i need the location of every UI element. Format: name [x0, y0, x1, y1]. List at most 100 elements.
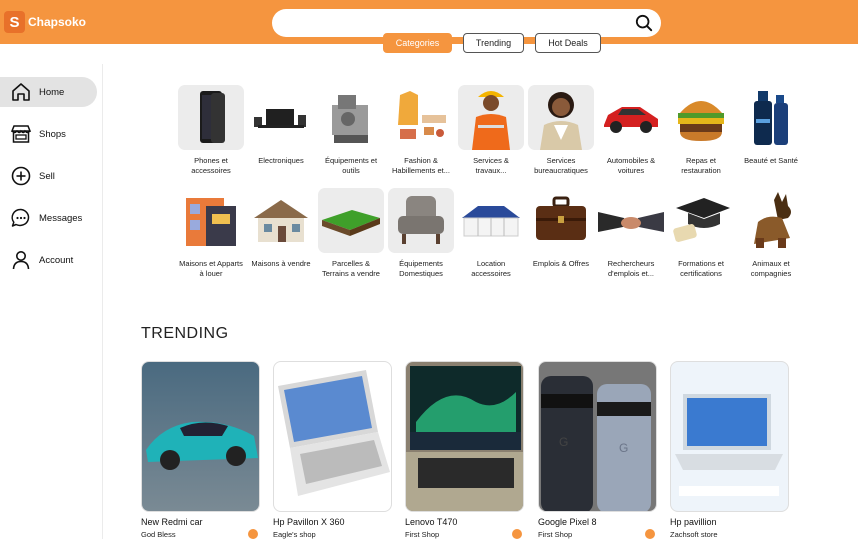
smartphone-icon: [200, 91, 225, 143]
category-bureaucratic[interactable]: Services bureaucratiques: [528, 85, 594, 176]
worker-icon: [472, 91, 510, 150]
product-shop: God Bless: [141, 530, 176, 539]
tab-categories[interactable]: Categories: [383, 33, 452, 53]
category-image: [388, 188, 454, 253]
product-shop: First Shop: [538, 530, 573, 539]
product-card[interactable]: G G Google Pixel 8 First Shop: [538, 361, 657, 539]
category-houses[interactable]: Maisons à vendre: [248, 188, 314, 269]
product-image: [141, 361, 260, 512]
category-label: Équipements et outils: [324, 156, 378, 175]
category-label: Beauté et Santé: [744, 156, 798, 165]
category-label: Formations et certifications: [678, 259, 724, 278]
category-training[interactable]: Formations et certifications: [668, 188, 734, 279]
tab-hot-deals[interactable]: Hot Deals: [535, 33, 601, 53]
category-image: [178, 188, 244, 253]
category-animals[interactable]: Animaux et compagnies: [738, 188, 804, 279]
sidebar-item-label: Messages: [39, 212, 83, 224]
product-card[interactable]: Lenovo T470 First Shop: [405, 361, 524, 539]
clothes-icon: [398, 91, 446, 139]
category-image: [668, 188, 734, 253]
logo-mark-icon: S: [4, 11, 25, 33]
category-label: Rechercheurs d'emplois et...: [607, 259, 655, 278]
product-image: [670, 361, 789, 512]
category-label: Animaux et compagnies: [750, 259, 792, 278]
sidebar-item-label: Shops: [39, 128, 66, 140]
category-label: Emplois & Offres: [532, 259, 590, 268]
laptop-photo-icon: [675, 394, 783, 496]
brand-logo[interactable]: S Chapsoko: [4, 11, 86, 33]
home-icon: [12, 83, 30, 101]
category-land[interactable]: Parcelles & Terrains a vendre: [318, 188, 384, 279]
category-image: [458, 85, 524, 150]
sidebar-item-sell[interactable]: Sell: [0, 161, 97, 191]
product-title: Lenovo T470: [405, 517, 458, 527]
category-beauty[interactable]: Beauté et Santé: [738, 85, 804, 166]
product-shop: Zachsoft store: [670, 530, 718, 539]
category-label: Fashion & Habillements et...: [392, 156, 450, 175]
category-services[interactable]: Services & travaux...: [458, 85, 524, 176]
category-label: Parcelles & Terrains a vendre: [322, 259, 380, 278]
product-title: Hp Pavillon X 360: [273, 517, 345, 527]
shop-icon: [10, 125, 32, 143]
product-image: [273, 361, 392, 512]
category-label: Automobiles & voitures: [606, 156, 656, 175]
product-shop: First Shop: [405, 530, 440, 539]
user-icon: [12, 251, 30, 270]
category-equipment[interactable]: Équipements et outils: [318, 85, 384, 176]
car-photo-icon: [146, 421, 258, 470]
chat-bubble-icon: [11, 208, 30, 227]
sidebar-item-messages[interactable]: Messages: [0, 203, 97, 233]
laptop-photo-icon: [406, 366, 523, 511]
burger-icon: [678, 101, 724, 141]
category-image: [318, 188, 384, 253]
product-title: Google Pixel 8: [538, 517, 597, 527]
category-image: [598, 85, 664, 150]
svg-text:G: G: [559, 435, 568, 449]
category-image: [388, 85, 454, 150]
category-label: Electroniques: [258, 156, 304, 165]
machine-icon: [332, 95, 368, 143]
sidebar-item-account[interactable]: Account: [0, 245, 97, 275]
car-icon: [604, 107, 658, 133]
product-card[interactable]: Hp pavillion Zachsoft store: [670, 361, 789, 539]
tent-icon: [462, 206, 520, 237]
category-image: [738, 188, 804, 253]
category-image: [738, 85, 804, 150]
category-label: Maisons et Apparts à louer: [179, 259, 243, 278]
category-domestic[interactable]: Équipements Domestiques: [388, 188, 454, 279]
category-image: [598, 188, 664, 253]
category-label: Repas et restauration: [681, 156, 721, 175]
tab-trending[interactable]: Trending: [463, 33, 524, 53]
armchair-icon: [398, 196, 444, 244]
land-icon: [322, 210, 380, 236]
sidebar: Home Shops Sell Messages Account: [0, 64, 103, 539]
category-automobiles[interactable]: Automobiles & voitures: [598, 85, 664, 176]
section-tabs: Categories Trending Hot Deals: [383, 33, 601, 53]
category-job-seekers[interactable]: Rechercheurs d'emplois et...: [598, 188, 664, 279]
category-electronics[interactable]: Electroniques: [248, 85, 314, 166]
category-label: Services & travaux...: [473, 156, 509, 175]
category-jobs[interactable]: Emplois & Offres: [528, 188, 594, 269]
brand-name: Chapsoko: [28, 15, 87, 29]
sidebar-item-shops[interactable]: Shops: [0, 119, 97, 149]
category-fashion[interactable]: Fashion & Habillements et...: [388, 85, 454, 176]
search-icon[interactable]: [635, 14, 653, 32]
category-rental-accessories[interactable]: Location accessoires: [458, 188, 524, 279]
product-shop: Eagle's shop: [273, 530, 316, 539]
sidebar-item-home[interactable]: Home: [0, 77, 97, 107]
product-title: New Redmi car: [141, 517, 203, 527]
office-person-icon: [540, 92, 582, 150]
product-image: [405, 361, 524, 512]
product-card[interactable]: New Redmi car God Bless: [141, 361, 260, 539]
category-image: [248, 85, 314, 150]
category-image: [178, 85, 244, 150]
category-food[interactable]: Repas et restauration: [668, 85, 734, 176]
verified-badge-icon: [512, 529, 522, 539]
category-image: [528, 85, 594, 150]
verified-badge-icon: [645, 529, 655, 539]
category-phones[interactable]: Phones et accessoires: [178, 85, 244, 176]
apartment-icon: [186, 198, 236, 246]
sidebar-item-label: Sell: [39, 170, 55, 182]
category-rentals[interactable]: Maisons et Apparts à louer: [178, 188, 244, 279]
product-card[interactable]: Hp Pavillon X 360 Eagle's shop: [273, 361, 392, 539]
